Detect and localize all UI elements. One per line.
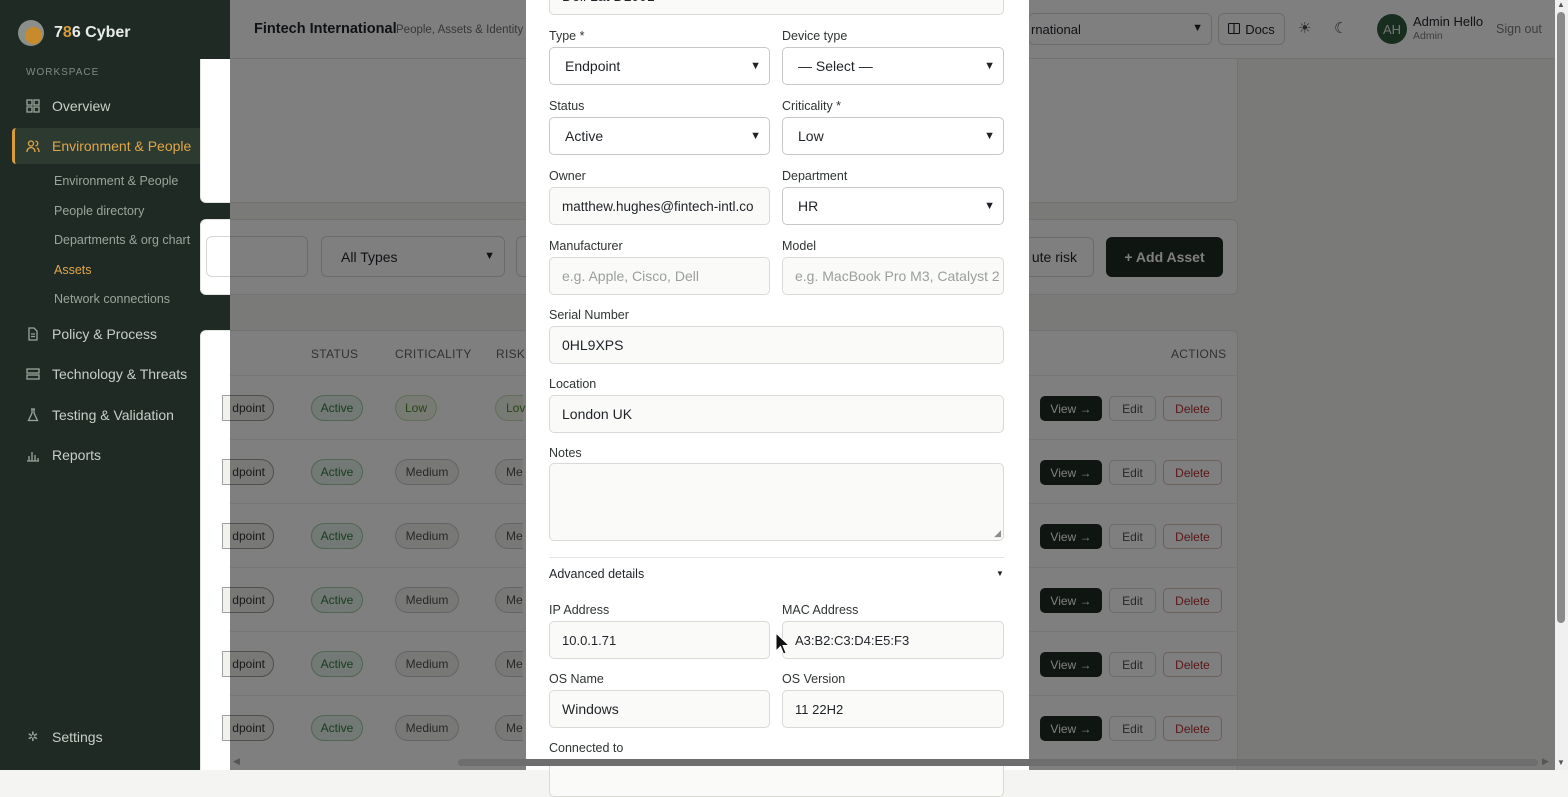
sidebar-subitem-network-connections[interactable]: Network connections [54, 292, 170, 306]
department-select-value: HR [798, 198, 819, 214]
scrollbar-thumb[interactable] [458, 759, 1538, 766]
sidebar-item-label: Environment & People [52, 138, 192, 154]
device-type-label: Device type [782, 29, 848, 43]
serial-number-field[interactable]: 0HL9XPS [549, 326, 1004, 364]
os-name-label: OS Name [549, 672, 604, 686]
asset-name-field[interactable]: Dell Lat DL001 [549, 0, 1004, 15]
sidebar-subitem-environment-people[interactable]: Environment & People [54, 174, 178, 188]
model-label: Model [782, 239, 817, 253]
owner-label: Owner [549, 169, 586, 183]
chevron-down-icon: ▼ [984, 200, 995, 212]
advanced-details-toggle[interactable]: Advanced details [549, 567, 644, 581]
ip-address-field[interactable]: 10.0.1.71 [549, 621, 770, 659]
sidebar-subitem-assets[interactable]: Assets [54, 263, 92, 277]
manufacturer-field[interactable]: e.g. Apple, Cisco, Dell [549, 257, 770, 295]
criticality-label: Criticality * [782, 99, 842, 113]
flask-icon [26, 408, 40, 422]
grid-icon [26, 99, 40, 113]
sidebar-item-policy-process[interactable]: Policy & Process [12, 316, 218, 352]
sidebar-item-technology-threats[interactable]: Technology & Threats [12, 356, 218, 392]
os-version-label: OS Version [782, 672, 846, 686]
connected-to-label: Connected to [549, 741, 624, 755]
brand[interactable]: 786 Cyber [18, 18, 131, 48]
sidebar-item-testing-validation[interactable]: Testing & Validation [12, 397, 218, 433]
serial-number-label: Serial Number [549, 308, 629, 322]
location-label: Location [549, 377, 597, 391]
department-select[interactable]: HR ▼ [782, 187, 1004, 225]
scroll-left-icon[interactable]: ◀ [233, 756, 240, 767]
scroll-right-icon[interactable]: ▶ [1542, 756, 1549, 767]
status-select-value: Active [565, 128, 604, 144]
os-version-field[interactable]: 11 22H2 [782, 690, 1004, 728]
horizontal-scrollbar[interactable]: ◀ ▶ [230, 756, 1555, 768]
notes-textarea[interactable]: ◢ [549, 463, 1004, 541]
os-name-field[interactable]: Windows [549, 690, 770, 728]
chevron-down-icon: ▼ [750, 60, 761, 72]
divider [549, 557, 1004, 558]
location-field[interactable]: London UK [549, 395, 1004, 433]
manufacturer-label: Manufacturer [549, 239, 623, 253]
type-select[interactable]: Endpoint ▼ [549, 47, 770, 85]
sidebar-item-label: Overview [52, 98, 111, 114]
scrollbar-thumb[interactable] [1557, 12, 1565, 623]
mac-address-field[interactable]: A3:B2:C3:D4:E5:F3 [782, 621, 1004, 659]
sidebar-item-label: Policy & Process [52, 326, 158, 342]
brand-logo-icon [18, 20, 44, 46]
chevron-down-icon: ▼ [984, 130, 995, 142]
sidebar-item-label: Technology & Threats [52, 366, 188, 382]
workspace-label: WORKSPACE [26, 67, 100, 78]
notes-label: Notes [549, 446, 582, 460]
criticality-select[interactable]: Low ▼ [782, 117, 1004, 155]
sidebar-item-reports[interactable]: Reports [12, 437, 218, 473]
server-icon [26, 367, 40, 381]
caret-down-icon[interactable]: ▼ [996, 569, 1004, 578]
type-label: Type * [549, 29, 585, 43]
status-select[interactable]: Active ▼ [549, 117, 770, 155]
vertical-scrollbar[interactable]: ▲ ▼ [1555, 0, 1568, 770]
type-select-value: Endpoint [565, 58, 621, 74]
sidebar: 786 Cyber WORKSPACE Overview Environment… [0, 0, 230, 770]
owner-field[interactable]: matthew.hughes@fintech-intl.co [549, 187, 770, 225]
resize-grip-icon[interactable]: ◢ [994, 528, 1001, 539]
criticality-select-value: Low [798, 128, 824, 144]
device-type-select[interactable]: — Select — ▼ [782, 47, 1004, 85]
status-label: Status [549, 99, 585, 113]
sidebar-item-overview[interactable]: Overview [12, 88, 218, 124]
scroll-up-icon[interactable]: ▲ [1557, 0, 1565, 9]
ip-address-label: IP Address [549, 603, 610, 617]
sidebar-item-settings[interactable]: ✲ Settings [12, 719, 218, 755]
users-icon [26, 139, 40, 153]
department-label: Department [782, 169, 848, 183]
bar-chart-icon [26, 448, 40, 462]
sidebar-item-label: Reports [52, 447, 102, 463]
device-type-select-value: — Select — [798, 58, 873, 74]
chevron-down-icon: ▼ [984, 60, 995, 72]
sidebar-item-label: Testing & Validation [52, 407, 174, 423]
brand-name: 786 Cyber [54, 24, 131, 41]
scroll-down-icon[interactable]: ▼ [1557, 758, 1565, 767]
document-icon [26, 327, 40, 341]
sidebar-subitem-departments[interactable]: Departments & org chart [54, 233, 190, 247]
sidebar-item-environment-people[interactable]: Environment & People [12, 128, 218, 164]
chevron-down-icon: ▼ [750, 130, 761, 142]
gear-icon: ✲ [27, 729, 39, 744]
sidebar-subitem-people-directory[interactable]: People directory [54, 204, 144, 218]
model-field[interactable]: e.g. MacBook Pro M3, Catalyst 2 [782, 257, 1004, 295]
mac-address-label: MAC Address [782, 603, 859, 617]
sidebar-item-label: Settings [52, 729, 103, 745]
